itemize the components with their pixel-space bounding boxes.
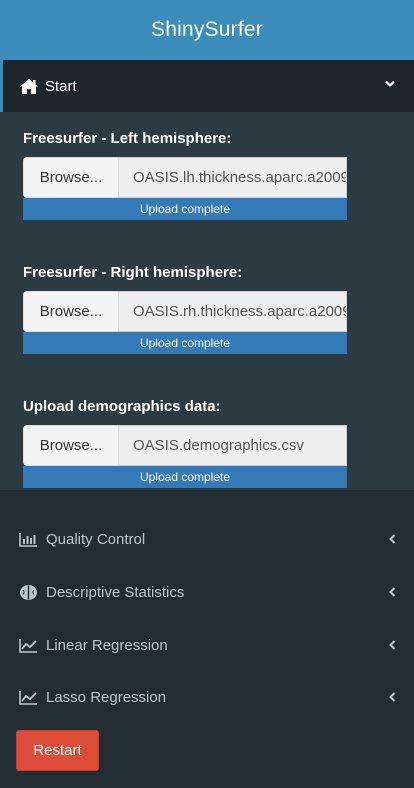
chevron-left-icon [389,640,396,650]
sidebar-item-label: Start [45,77,77,95]
sidebar-item-label: Lasso Regression [46,688,167,706]
file-name-field: OASIS.lh.thickness.aparc.a2009s.csv [118,157,347,198]
app-title: ShinySurfer [151,18,263,41]
sidebar-item-label: Linear Regression [46,636,168,654]
app-header: ShinySurfer [0,0,414,60]
upload-label: Freesurfer - Right hemisphere: [23,264,243,281]
upload-progress-bar: Upload complete [23,466,347,488]
chevron-left-icon [389,534,396,544]
bar-chart-icon [19,530,39,548]
sidebar-item-label: Quality Control [46,530,146,548]
sidebar-item-start[interactable]: Start [0,60,414,112]
file-name-field: OASIS.demographics.csv [118,425,347,466]
upload-label: Upload demographics data: [23,398,221,415]
start-panel: Freesurfer - Left hemisphere: Browse... … [0,112,414,490]
home-icon [19,77,39,95]
chevron-left-icon [389,587,396,597]
browse-button[interactable]: Browse... [23,291,118,332]
sidebar-item-linear-regression[interactable]: Linear Regression [0,619,414,671]
file-name-field: OASIS.rh.thickness.aparc.a2009s.csv [118,291,347,332]
sidebar-item-lasso-regression[interactable]: Lasso Regression [0,671,414,723]
line-chart-icon [19,688,39,706]
sidebar-item-descriptive-statistics[interactable]: Descriptive Statistics [0,566,414,618]
upload-progress-bar: Upload complete [23,332,347,354]
brain-icon [19,583,39,601]
sidebar-item-label: Descriptive Statistics [46,583,185,601]
browse-button[interactable]: Browse... [23,157,118,198]
restart-button[interactable]: Restart [16,730,99,771]
chevron-down-icon [385,80,395,88]
sidebar-item-quality-control[interactable]: Quality Control [0,513,414,565]
upload-label: Freesurfer - Left hemisphere: [23,130,232,147]
browse-button[interactable]: Browse... [23,425,118,466]
upload-progress-bar: Upload complete [23,198,347,220]
chevron-left-icon [389,692,396,702]
line-chart-icon [19,636,39,654]
